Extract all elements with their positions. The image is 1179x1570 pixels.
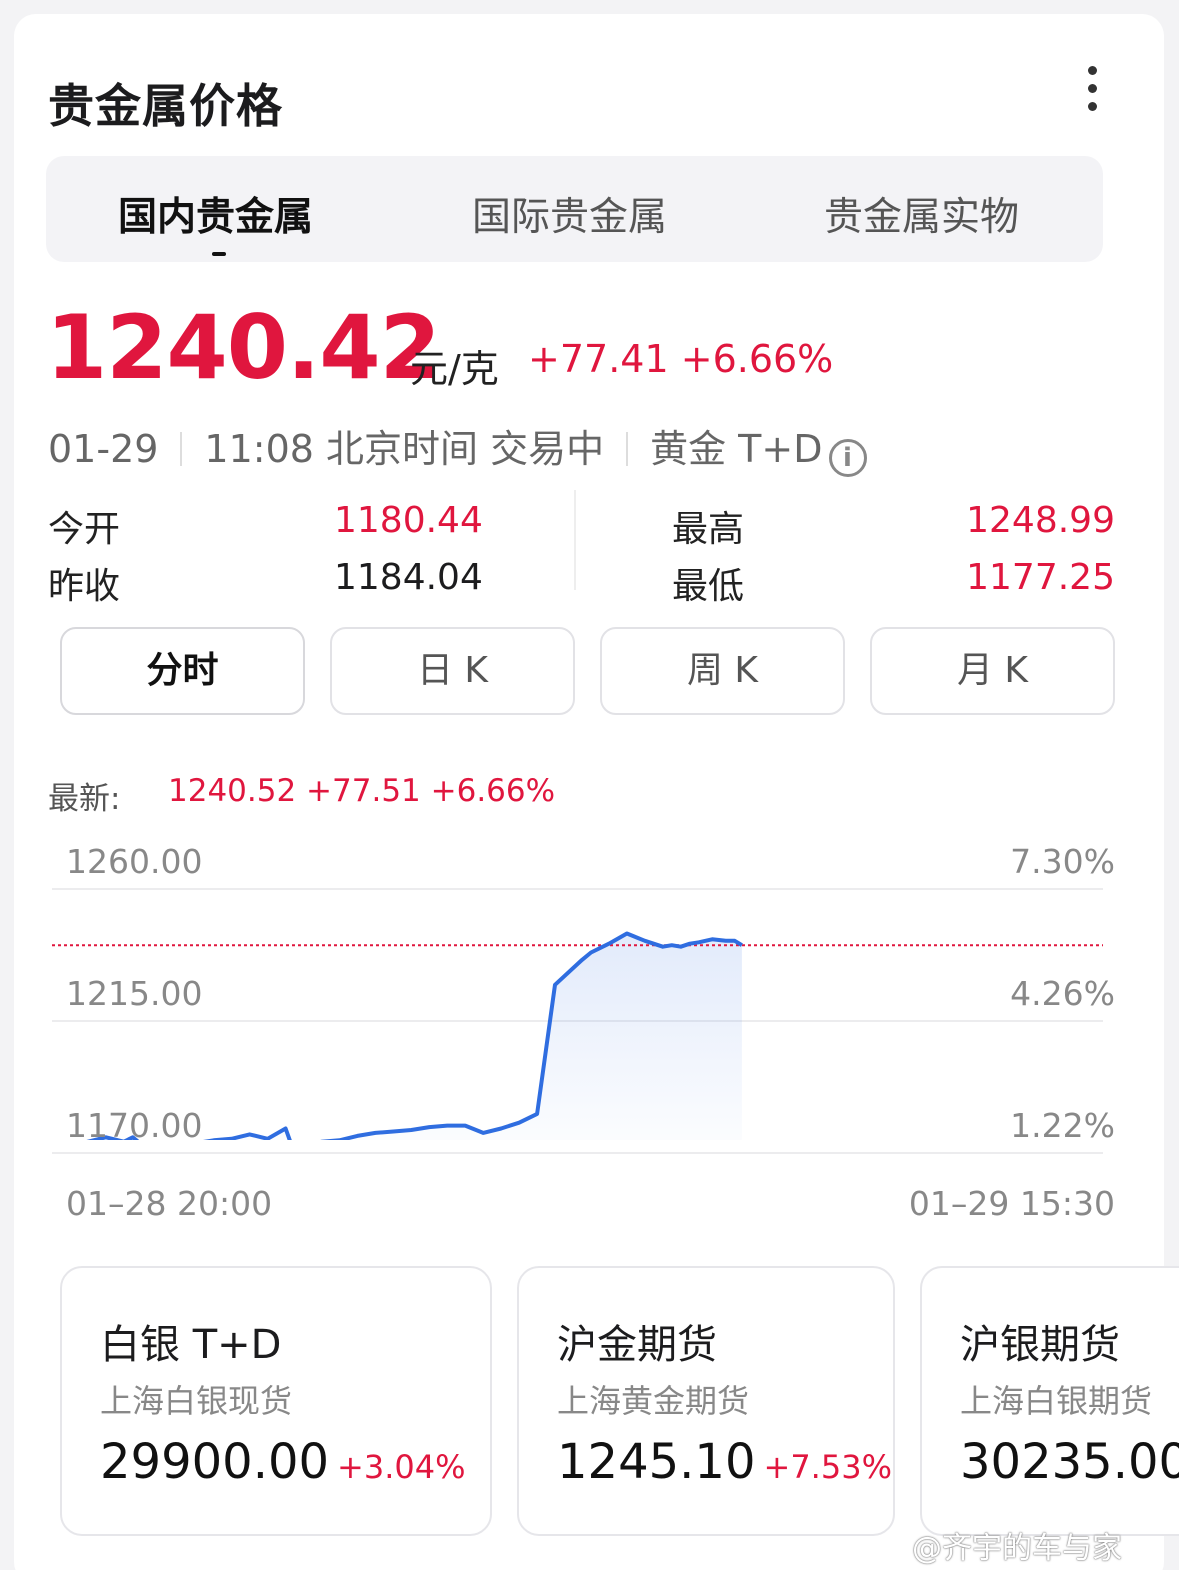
price-unit: 元/克	[410, 347, 499, 391]
y-tick-right-mid: 4.26%	[1010, 974, 1115, 1013]
high-value: 1248.99	[966, 500, 1115, 541]
page-title: 贵金属价格	[48, 79, 283, 133]
related-price-row: 30235.00	[960, 1434, 1179, 1490]
category-tabs: 国内贵金属 国际贵金属 贵金属实物	[46, 156, 1103, 262]
high-label: 最高	[672, 509, 745, 550]
tab-international[interactable]: 国际贵金属	[472, 186, 667, 242]
latest-value: 1240.52 +77.51 +6.66%	[168, 773, 556, 809]
x-tick-end: 01–29 15:30	[908, 1184, 1115, 1223]
y-tick-left-bottom: 1170.00	[66, 1106, 203, 1145]
related-pct: +3.04%	[337, 1448, 466, 1486]
related-name: 沪金期货	[557, 1322, 717, 1368]
related-desc: 上海黄金期货	[557, 1382, 750, 1420]
change-percent: +6.66%	[680, 337, 834, 381]
open-value: 1180.44	[334, 500, 483, 541]
latest-label: 最新:	[48, 781, 121, 817]
tab-domestic[interactable]: 国内贵金属	[118, 186, 313, 242]
related-name: 沪银期货	[960, 1322, 1120, 1368]
prev-close-label: 昨收	[48, 566, 121, 607]
related-card-gold-futures[interactable]: 沪金期货 上海黄金期货 1245.10 +7.53%	[517, 1266, 895, 1536]
period-intraday-button[interactable]: 分时	[60, 627, 305, 715]
period-weekly-button[interactable]: 周 K	[600, 627, 845, 715]
y-tick-right-bottom: 1.22%	[1010, 1106, 1115, 1145]
period-monthly-button[interactable]: 月 K	[870, 627, 1115, 715]
more-vertical-icon[interactable]	[1084, 62, 1100, 122]
related-price-row: 1245.10 +7.53%	[557, 1434, 892, 1490]
tab-physical[interactable]: 贵金属实物	[824, 186, 1019, 242]
watermark: @齐宇的车与家	[912, 1531, 1122, 1566]
quote-date: 01-29	[48, 427, 159, 471]
intraday-chart[interactable]	[52, 870, 1103, 1140]
prev-close-value: 1184.04	[334, 557, 483, 598]
instrument-name: 黄金 T+D	[650, 427, 823, 471]
quote-meta: 01-29 11:08 北京时间 交易中 黄金 T+D i	[48, 418, 867, 477]
x-tick-start: 01–28 20:00	[66, 1184, 273, 1223]
related-desc: 上海白银期货	[960, 1382, 1153, 1420]
related-card-silver-td[interactable]: 白银 T+D 上海白银现货 29900.00 +3.04%	[60, 1266, 492, 1536]
related-pct: +7.53%	[763, 1448, 892, 1486]
related-card-silver-futures[interactable]: 沪银期货 上海白银期货 30235.00	[920, 1266, 1179, 1536]
related-price: 29900.00	[100, 1434, 330, 1490]
related-name: 白银 T+D	[100, 1322, 282, 1368]
related-price: 30235.00	[960, 1434, 1179, 1490]
low-value: 1177.25	[966, 557, 1115, 598]
current-price: 1240.42	[46, 296, 441, 399]
active-tab-indicator	[212, 252, 226, 256]
y-tick-left-mid: 1215.00	[66, 974, 203, 1013]
related-price-row: 29900.00 +3.04%	[100, 1434, 466, 1490]
related-desc: 上海白银现货	[100, 1382, 293, 1420]
price-change: +77.41 +6.66%	[528, 337, 833, 381]
open-label: 今开	[48, 509, 121, 550]
low-label: 最低	[672, 566, 745, 607]
change-amount: +77.41	[528, 337, 669, 381]
related-price: 1245.10	[557, 1434, 756, 1490]
y-tick-right-top: 7.30%	[1010, 842, 1115, 881]
grid-line-bottom	[52, 1152, 1103, 1154]
stats-divider	[574, 490, 576, 590]
quote-time-status: 11:08 北京时间 交易中	[204, 427, 605, 471]
y-tick-left-top: 1260.00	[66, 842, 203, 881]
period-daily-button[interactable]: 日 K	[330, 627, 575, 715]
info-icon[interactable]: i	[828, 439, 867, 477]
